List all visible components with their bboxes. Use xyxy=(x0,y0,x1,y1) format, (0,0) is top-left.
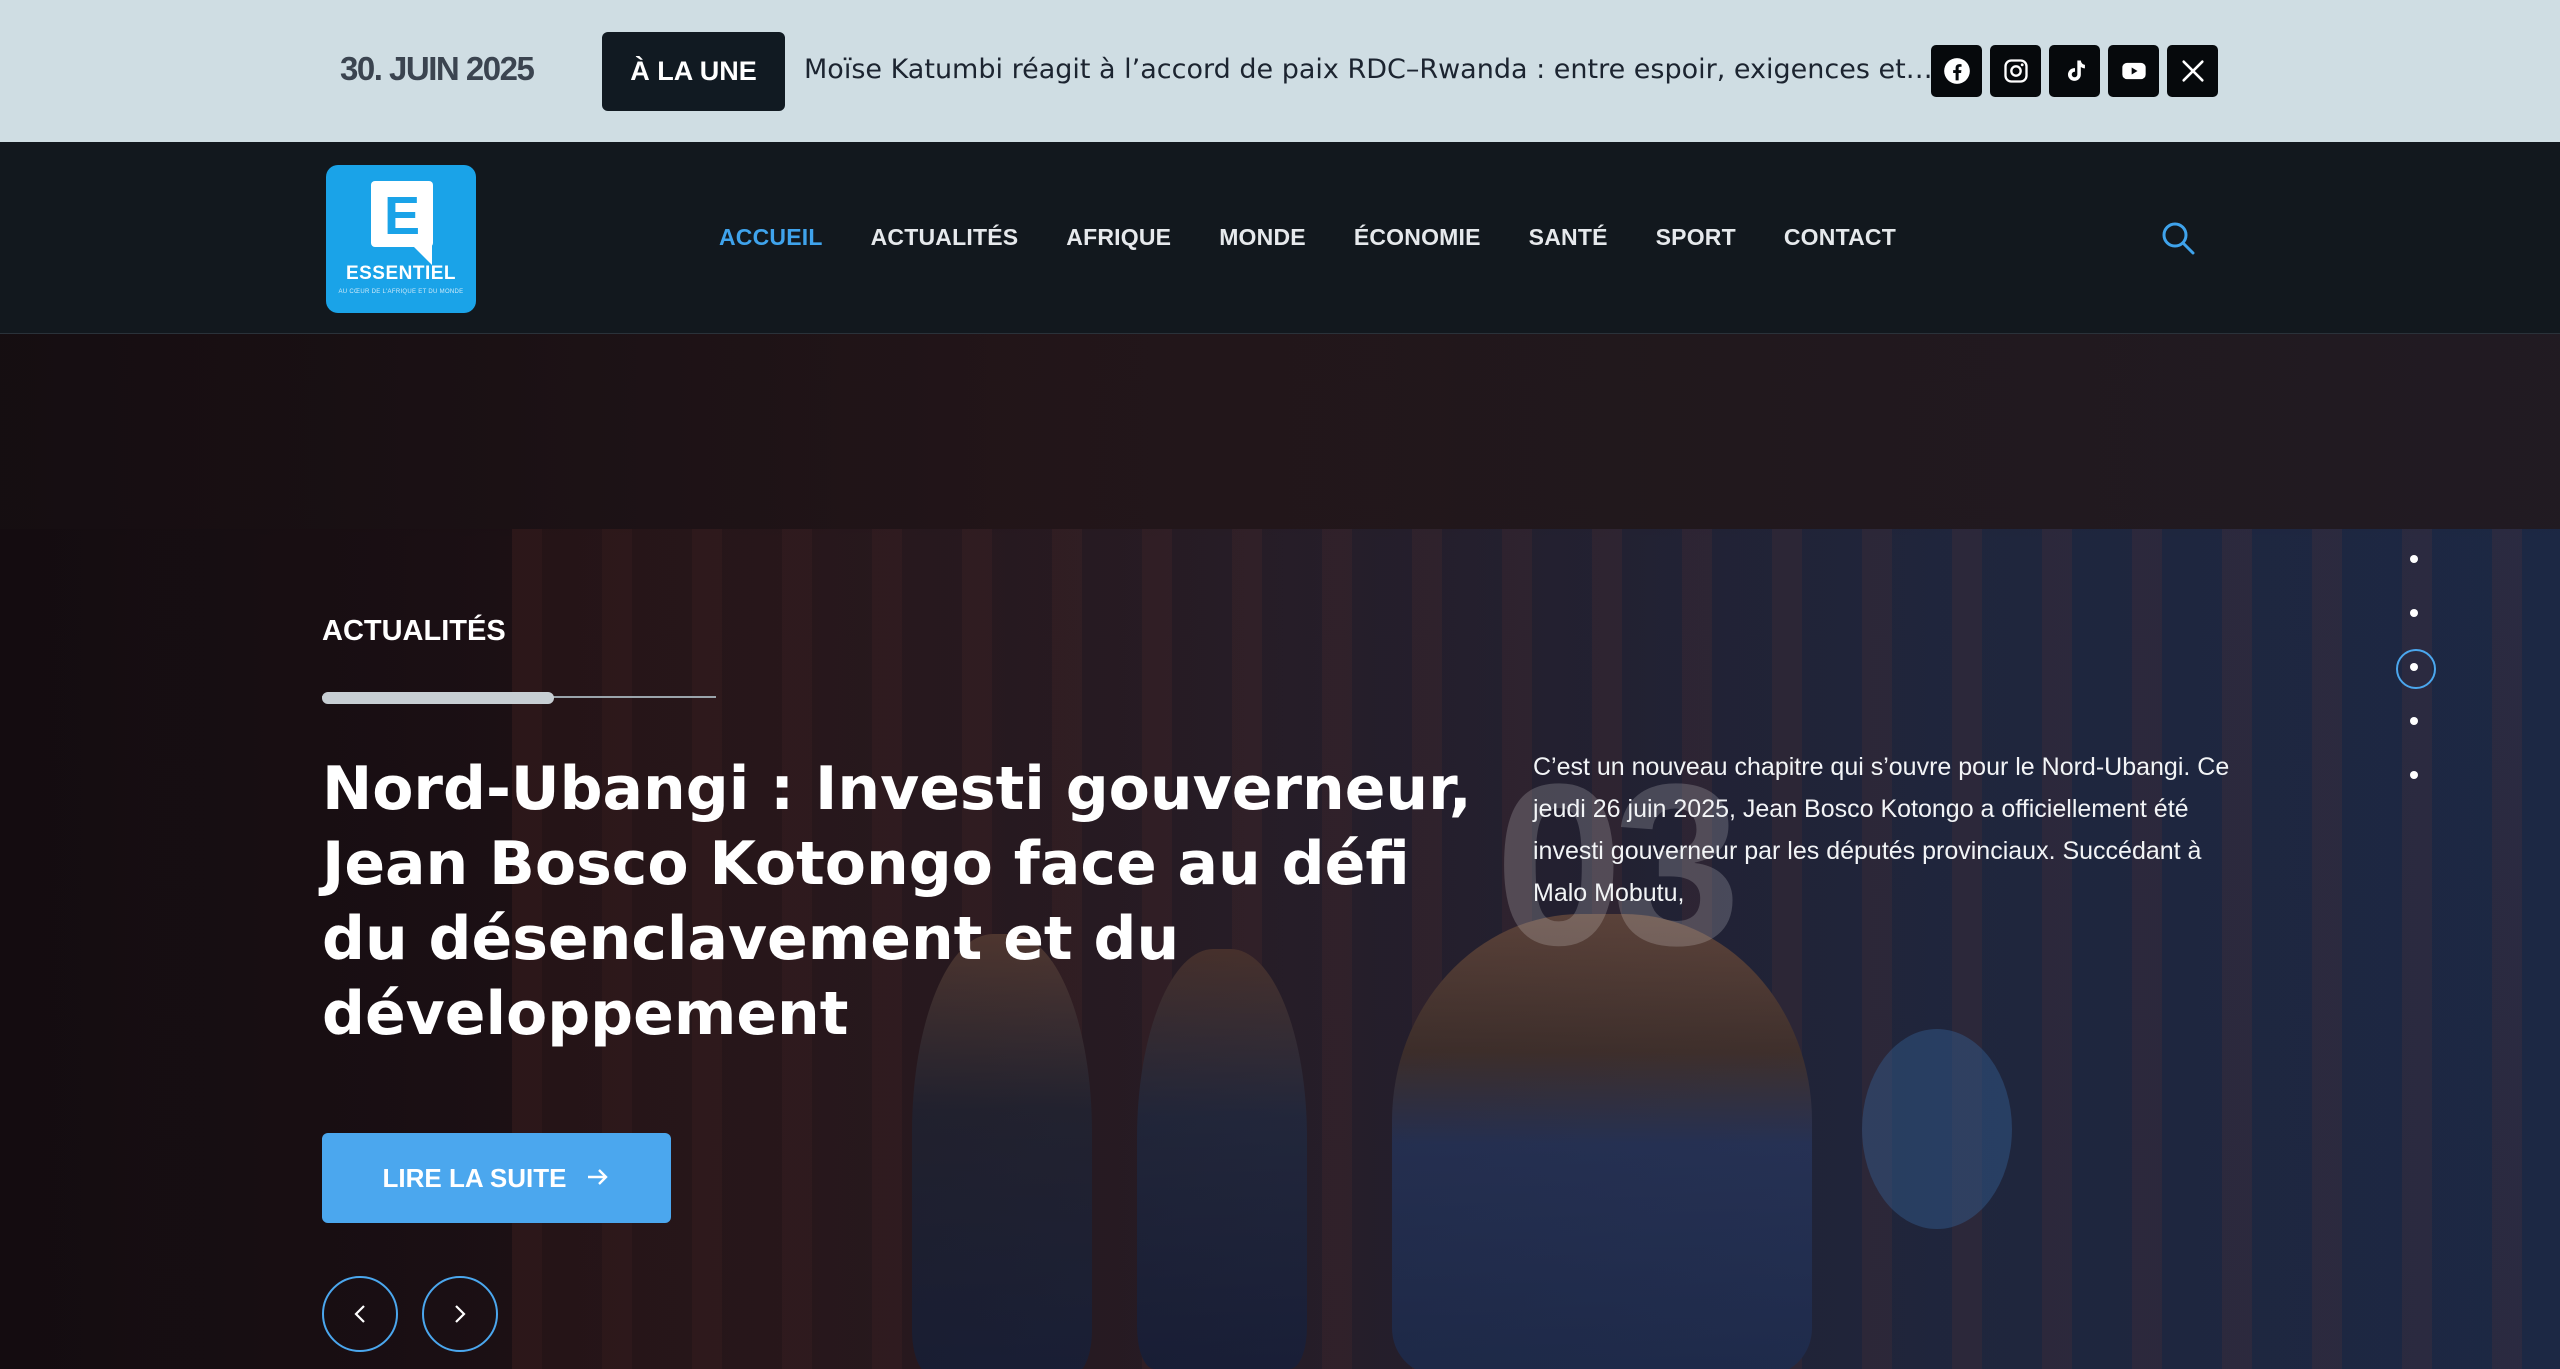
instagram-icon[interactable] xyxy=(1990,45,2041,97)
youtube-icon[interactable] xyxy=(2108,45,2159,97)
slide-dot-4[interactable] xyxy=(2410,717,2418,725)
news-ticker[interactable]: Moïse Katumbi réagit à l’accord de paix … xyxy=(804,54,1933,85)
slide-dot-1[interactable] xyxy=(2410,555,2418,563)
logo-wordmark: ESSENTIEL xyxy=(345,263,457,284)
nav-item-monde[interactable]: MONDE xyxy=(1219,224,1306,251)
slide-headline[interactable]: Nord-Ubangi : Investi gouverneur, Jean B… xyxy=(322,752,1472,1052)
chevron-right-icon xyxy=(455,1305,466,1323)
arrow-right-icon xyxy=(586,1163,610,1194)
prev-slide-button[interactable] xyxy=(322,1276,398,1352)
read-more-button[interactable]: LIRE LA SUITE xyxy=(322,1133,671,1223)
logo-mark: E xyxy=(371,181,433,247)
current-date: 30. JUIN 2025 xyxy=(340,50,535,87)
main-nav: ACCUEIL ACTUALITÉS AFRIQUE MONDE ÉCONOMI… xyxy=(719,224,1896,251)
nav-item-afrique[interactable]: AFRIQUE xyxy=(1066,224,1171,251)
nav-item-sport[interactable]: SPORT xyxy=(1656,224,1736,251)
slide-excerpt: C’est un nouveau chapitre qui s’ouvre po… xyxy=(1533,753,2230,907)
slide-category[interactable]: ACTUALITÉS xyxy=(322,615,506,648)
read-more-label: LIRE LA SUITE xyxy=(382,1162,567,1193)
nav-item-contact[interactable]: CONTACT xyxy=(1784,224,1896,251)
chevron-left-icon xyxy=(354,1305,365,1323)
slide-dot-2[interactable] xyxy=(2410,609,2418,617)
nav-item-economie[interactable]: ÉCONOMIE xyxy=(1354,224,1481,251)
tiktok-icon[interactable] xyxy=(2049,45,2100,97)
nav-item-sante[interactable]: SANTÉ xyxy=(1529,224,1608,251)
slide-dot-5[interactable] xyxy=(2410,771,2418,779)
top-bar: 30. JUIN 2025 À LA UNE Moïse Katumbi réa… xyxy=(0,0,2560,142)
a-la-une-badge: À LA UNE xyxy=(602,32,785,111)
slide-progress-bar xyxy=(322,692,554,704)
search-icon[interactable] xyxy=(2160,220,2196,256)
social-links xyxy=(1931,45,2218,97)
facebook-icon[interactable] xyxy=(1931,45,1982,97)
nav-item-accueil[interactable]: ACCUEIL xyxy=(719,224,823,251)
site-logo[interactable]: E ESSENTIEL AU CŒUR DE L'AFRIQUE ET DU M… xyxy=(326,165,476,313)
next-slide-button[interactable] xyxy=(422,1276,498,1352)
x-icon[interactable] xyxy=(2167,45,2218,97)
logo-tagline: AU CŒUR DE L'AFRIQUE ET DU MONDE xyxy=(338,289,464,295)
nav-item-actualites[interactable]: ACTUALITÉS xyxy=(871,224,1019,251)
